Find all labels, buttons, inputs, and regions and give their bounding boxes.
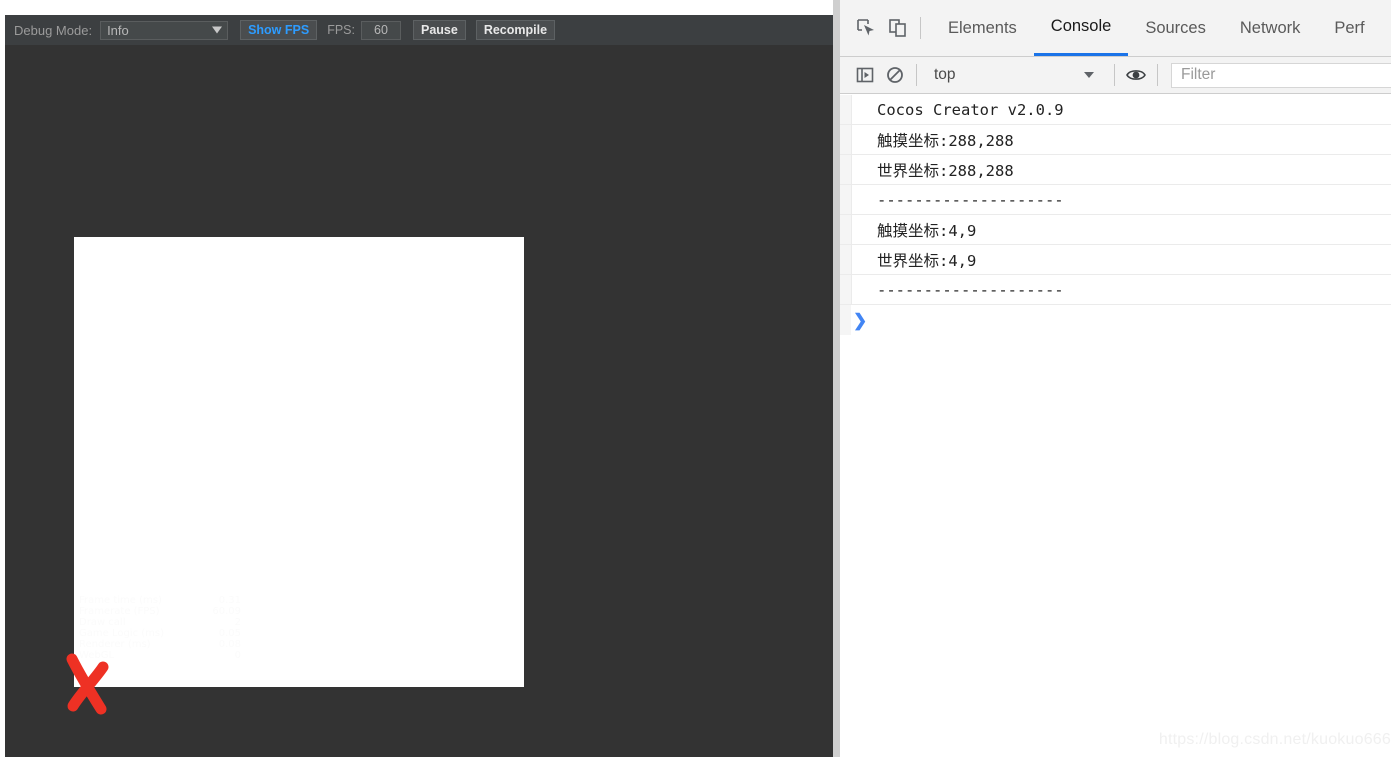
- red-x-mark-icon: [66, 653, 109, 715]
- console-filter-placeholder: Filter: [1181, 66, 1216, 83]
- cocos-preview-pane: Debug Mode: Info Show FPS FPS: 60 Pause …: [0, 0, 833, 757]
- profiler-label: Game Logic (ms): [79, 628, 165, 639]
- debug-mode-value: Info: [107, 22, 129, 38]
- game-canvas[interactable]: Frame time (ms) 0.31 Framerate (FPS) 60.…: [74, 237, 524, 687]
- console-toolbar: top Filter: [840, 57, 1391, 94]
- devtools-panel: Elements Console Sources Network Perf to…: [833, 0, 1391, 757]
- console-message: --------------------: [840, 185, 1391, 215]
- devtools-tool-icons: [840, 0, 931, 56]
- console-toolbar-divider-3: [1157, 64, 1158, 86]
- fps-input[interactable]: 60: [360, 20, 401, 40]
- console-output: Cocos Creator v2.0.9 触摸坐标:288,288 世界坐标:2…: [840, 95, 1391, 757]
- device-toolbar-icon[interactable]: [882, 12, 914, 44]
- console-sidebar-icon[interactable]: [850, 60, 880, 90]
- preview-toolbar: Debug Mode: Info Show FPS FPS: 60 Pause …: [5, 15, 833, 45]
- profiler-value: 0.05: [218, 628, 241, 639]
- console-message: --------------------: [840, 275, 1391, 305]
- console-message: 世界坐标:288,288: [840, 155, 1391, 185]
- chevron-down-icon: [1084, 72, 1094, 78]
- profiler-value: 0.08: [218, 639, 241, 650]
- tab-sources[interactable]: Sources: [1128, 0, 1223, 56]
- recompile-button[interactable]: Recompile: [475, 20, 556, 40]
- preview-stage: Frame time (ms) 0.31 Framerate (FPS) 60.…: [5, 45, 833, 757]
- console-message: 触摸坐标:4,9: [840, 215, 1391, 245]
- devtools-resize-handle[interactable]: [833, 0, 840, 757]
- debug-mode-label: Debug Mode:: [14, 22, 93, 38]
- profiler-row: Renderer (ms) 0.08: [79, 639, 241, 650]
- profiler-row: Framerate (FPS) 60.09: [79, 606, 241, 617]
- console-context-value: top: [934, 66, 956, 83]
- console-toolbar-divider-2: [1114, 64, 1115, 86]
- watermark: https://blog.csdn.net/kuokuo666: [1158, 731, 1391, 748]
- profiler-value: 2: [234, 617, 241, 628]
- chevron-down-icon: [212, 26, 223, 34]
- toolbar-divider: [920, 17, 921, 39]
- tab-performance[interactable]: Perf: [1317, 0, 1381, 56]
- profiler-label: Renderer (ms): [79, 639, 151, 650]
- console-message: Cocos Creator v2.0.9: [840, 95, 1391, 125]
- tab-network[interactable]: Network: [1223, 0, 1318, 56]
- pause-button[interactable]: Pause: [412, 20, 466, 40]
- show-fps-button[interactable]: Show FPS: [240, 20, 318, 40]
- profiler-value: 0: [234, 650, 241, 661]
- prompt-caret-icon: ❯: [853, 310, 868, 330]
- console-message: 世界坐标:4,9: [840, 245, 1391, 275]
- devtools-tabbar: Elements Console Sources Network Perf: [840, 0, 1391, 57]
- screenshot-root: Debug Mode: Info Show FPS FPS: 60 Pause …: [0, 0, 1391, 757]
- inspect-element-icon[interactable]: [850, 12, 882, 44]
- profiler-label: Draw call: [79, 617, 126, 628]
- console-prompt[interactable]: ❯: [840, 305, 1391, 335]
- profiler-value: 60.09: [212, 606, 241, 617]
- console-filter-input[interactable]: Filter: [1171, 62, 1391, 88]
- profiler-label: Frame time (ms): [79, 595, 162, 606]
- profiler-row: Frame time (ms) 0.31: [79, 595, 241, 606]
- tab-elements[interactable]: Elements: [931, 0, 1034, 56]
- fps-label: FPS:: [327, 23, 355, 37]
- console-context-select[interactable]: top: [923, 60, 1108, 90]
- debug-mode-select[interactable]: Info: [100, 20, 229, 40]
- console-toolbar-divider: [916, 64, 917, 86]
- live-expression-eye-icon[interactable]: [1121, 60, 1151, 90]
- clear-console-icon[interactable]: [880, 60, 910, 90]
- profiler-row: Draw call 2: [79, 617, 241, 628]
- devtools-tabs: Elements Console Sources Network Perf: [931, 0, 1382, 56]
- cocos-profiler-overlay: Frame time (ms) 0.31 Framerate (FPS) 60.…: [79, 595, 241, 661]
- console-message: 触摸坐标:288,288: [840, 125, 1391, 155]
- profiler-value: 0.31: [218, 595, 241, 606]
- tab-console[interactable]: Console: [1033, 0, 1129, 56]
- profiler-row: Game Logic (ms) 0.05: [79, 628, 241, 639]
- profiler-label: Framerate (FPS): [79, 606, 160, 617]
